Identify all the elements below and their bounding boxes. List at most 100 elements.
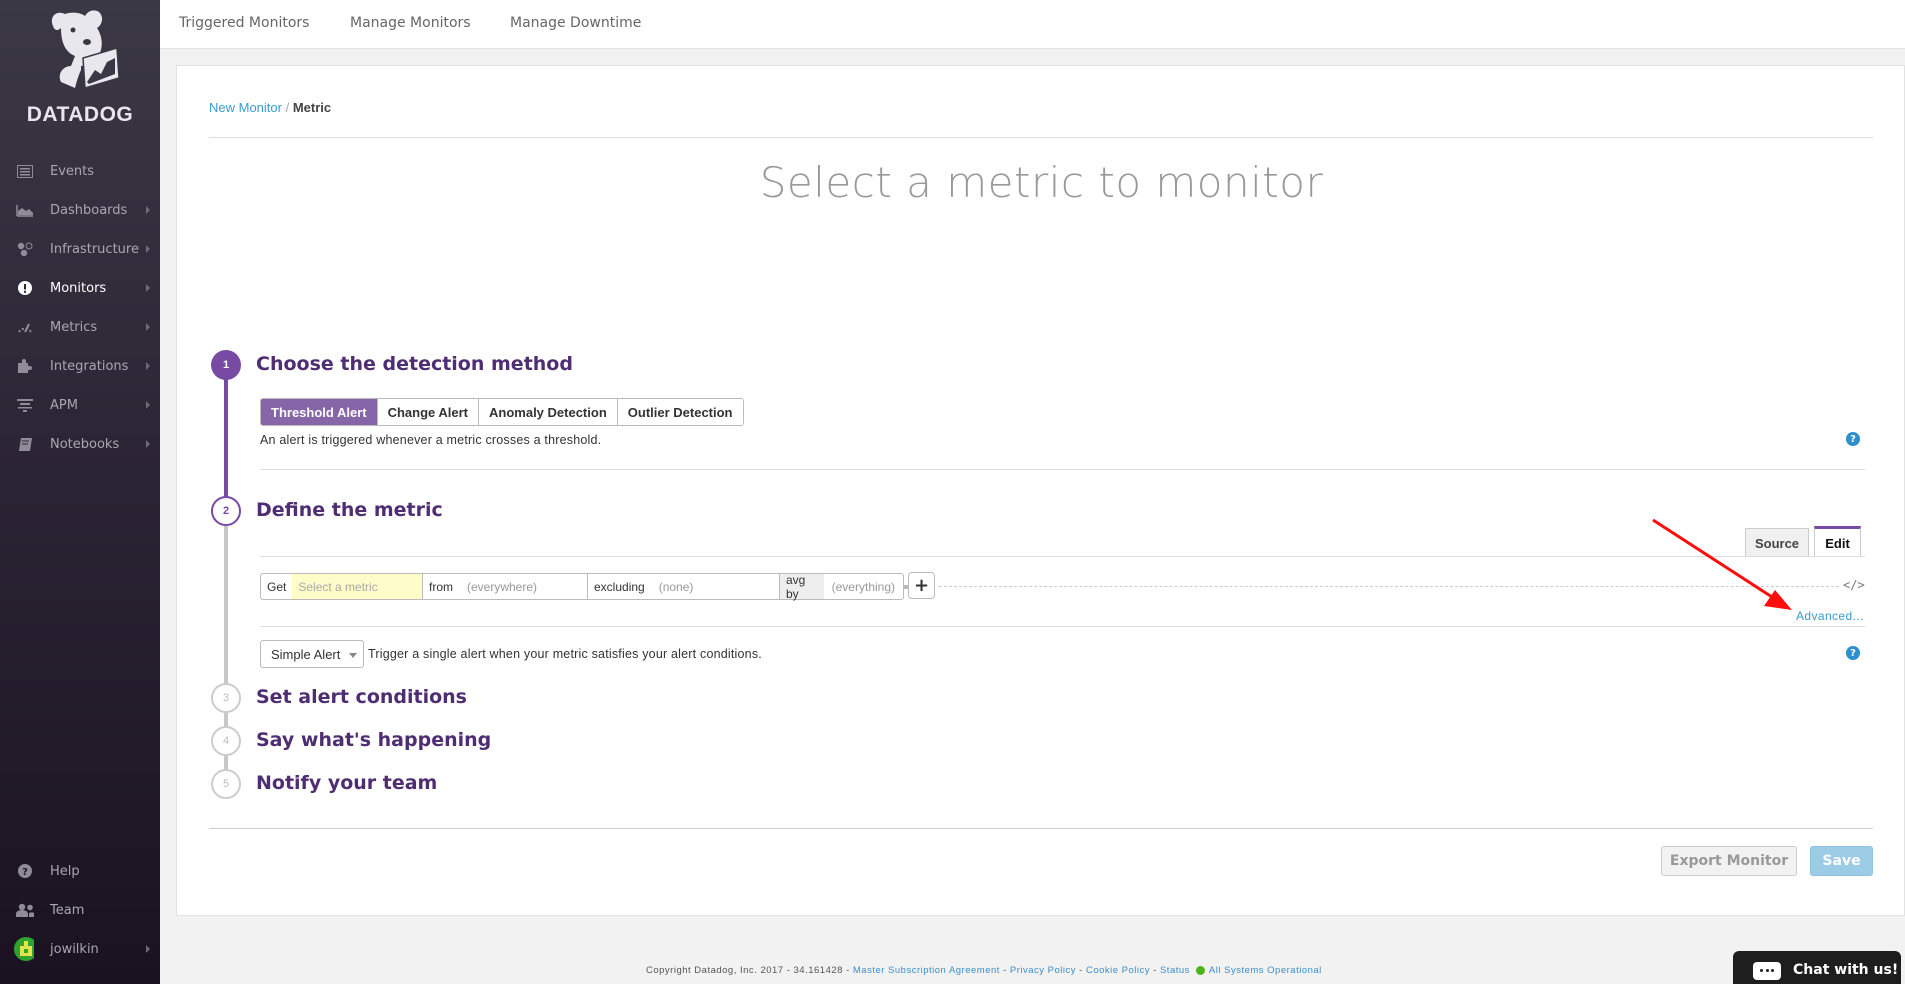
puzzle-icon <box>16 358 34 374</box>
system-status-text[interactable]: All Systems Operational <box>1209 965 1322 976</box>
chat-label: Chat with us! <box>1793 962 1899 978</box>
gauge-icon <box>16 319 34 335</box>
step-connector-line <box>224 365 228 500</box>
alert-type-value: Simple Alert <box>271 646 341 662</box>
sidebar-item-monitors[interactable]: Monitors <box>0 270 160 306</box>
sidebar-item-help[interactable]: ? Help <box>0 853 160 889</box>
sidebar-item-integrations[interactable]: Integrations <box>0 348 160 384</box>
sidebar-item-label: Events <box>50 163 95 179</box>
export-monitor-button[interactable]: Export Monitor <box>1661 846 1797 876</box>
tab-triggered-monitors[interactable]: Triggered Monitors <box>179 15 309 31</box>
dashed-separator <box>939 586 1839 587</box>
step-title-detection: Choose the detection method <box>256 353 573 375</box>
chevron-right-icon <box>146 323 150 331</box>
avatar <box>14 937 34 961</box>
chevron-right-icon <box>146 440 150 448</box>
step-number-4: 4 <box>211 726 241 756</box>
excluding-label: excluding <box>594 579 645 594</box>
advanced-link[interactable]: Advanced... <box>1796 609 1864 623</box>
privacy-policy-link[interactable]: Privacy Policy <box>1010 965 1076 976</box>
step-title-alert-conditions[interactable]: Set alert conditions <box>256 686 467 708</box>
avg-by-label: avg by <box>780 573 824 601</box>
breadcrumb-new-monitor-link[interactable]: New Monitor <box>209 100 282 115</box>
breadcrumb-separator: / <box>285 100 290 115</box>
excluding-value: (none) <box>658 579 694 594</box>
chat-bubble-icon <box>1753 962 1781 980</box>
breadcrumb-current: Metric <box>292 100 332 115</box>
page-title: Select a metric to monitor <box>759 158 1324 207</box>
question-circle-icon: ? <box>16 863 34 879</box>
filter-lines-icon <box>16 397 34 413</box>
step-title-say-whats-happening[interactable]: Say what's happening <box>256 729 491 751</box>
change-alert-option[interactable]: Change Alert <box>377 399 480 425</box>
separator: - <box>1079 965 1083 976</box>
divider <box>260 626 1865 627</box>
outlier-detection-option[interactable]: Outlier Detection <box>617 399 743 425</box>
tab-edit[interactable]: Edit <box>1814 526 1861 557</box>
tab-source[interactable]: Source <box>1745 528 1809 557</box>
sidebar-item-label: APM <box>50 397 78 413</box>
tab-manage-monitors[interactable]: Manage Monitors <box>350 15 471 31</box>
cookie-policy-link[interactable]: Cookie Policy <box>1086 965 1150 976</box>
excluding-field[interactable]: excluding (none) <box>588 574 780 599</box>
detection-method-selector: Threshold Alert Change Alert Anomaly Det… <box>260 398 744 426</box>
avg-by-value: (everything) <box>831 579 895 594</box>
alert-type-description: Trigger a single alert when your metric … <box>368 647 762 661</box>
sidebar-item-notebooks[interactable]: Notebooks <box>0 426 160 462</box>
exclamation-circle-icon <box>16 280 34 296</box>
sidebar-item-infrastructure[interactable]: Infrastructure <box>0 231 160 267</box>
users-icon <box>16 902 34 918</box>
from-label: from <box>429 579 453 594</box>
from-value: (everywhere) <box>467 579 538 594</box>
step-number-3: 3 <box>211 683 241 713</box>
help-icon[interactable]: ? <box>1846 432 1860 446</box>
top-navigation: Triggered Monitors Manage Monitors Manag… <box>160 0 1905 49</box>
brand-name: DATADOG <box>26 103 134 126</box>
detection-description: An alert is triggered whenever a metric … <box>260 433 602 447</box>
list-icon <box>16 163 34 179</box>
threshold-alert-option[interactable]: Threshold Alert <box>261 399 378 425</box>
separator: - <box>1003 965 1007 976</box>
step-title-define-metric: Define the metric <box>256 499 443 521</box>
avg-by-field[interactable]: avg by (everything) <box>780 573 903 601</box>
add-function-button[interactable]: + <box>908 572 935 599</box>
step-title-notify-team[interactable]: Notify your team <box>256 772 437 794</box>
sidebar-item-label: Infrastructure <box>50 241 139 257</box>
metric-input[interactable]: Select a metric <box>292 574 422 599</box>
sidebar-item-events[interactable]: Events <box>0 153 160 189</box>
help-icon[interactable]: ? <box>1846 646 1860 660</box>
breadcrumb: New Monitor / Metric <box>209 100 331 115</box>
step-number-5: 5 <box>211 769 241 799</box>
sidebar: DATADOG Events Dashboards Infrastructure… <box>0 0 160 984</box>
copyright-text: Copyright Datadog, Inc. 2017 - 34.161428… <box>646 965 850 976</box>
chevron-right-icon <box>146 945 150 953</box>
divider <box>209 137 1873 138</box>
sidebar-item-dashboards[interactable]: Dashboards <box>0 192 160 228</box>
status-link[interactable]: Status <box>1160 965 1190 976</box>
alert-type-select[interactable]: Simple Alert <box>260 640 364 668</box>
master-subscription-agreement-link[interactable]: Master Subscription Agreement <box>853 965 1000 976</box>
separator: - <box>1153 965 1157 976</box>
anomaly-detection-option[interactable]: Anomaly Detection <box>479 399 618 425</box>
sidebar-item-team[interactable]: Team <box>0 892 160 928</box>
hexagon-nodes-icon <box>16 241 34 257</box>
sidebar-item-label: Notebooks <box>50 436 120 452</box>
datadog-dog-icon <box>51 10 120 89</box>
step-number-2: 2 <box>211 496 241 526</box>
sidebar-item-label: Dashboards <box>50 202 128 218</box>
sidebar-item-user[interactable]: jowilkin <box>0 931 160 967</box>
sidebar-item-metrics[interactable]: Metrics <box>0 309 160 345</box>
divider <box>260 556 1865 557</box>
tab-manage-downtime[interactable]: Manage Downtime <box>510 15 641 31</box>
sidebar-item-label: Integrations <box>50 358 129 374</box>
sidebar-item-label: Team <box>50 902 85 918</box>
datadog-logo[interactable]: DATADOG <box>0 8 160 130</box>
area-chart-icon <box>16 202 34 218</box>
step-number-1: 1 <box>211 350 241 380</box>
chat-widget-button[interactable]: Chat with us! <box>1733 951 1901 984</box>
sidebar-item-label: Metrics <box>50 319 98 335</box>
save-button[interactable]: Save <box>1810 846 1873 876</box>
sidebar-item-apm[interactable]: APM <box>0 387 160 423</box>
from-scope-field[interactable]: from (everywhere) <box>423 574 588 599</box>
code-toggle-icon[interactable]: </> <box>1843 578 1865 592</box>
